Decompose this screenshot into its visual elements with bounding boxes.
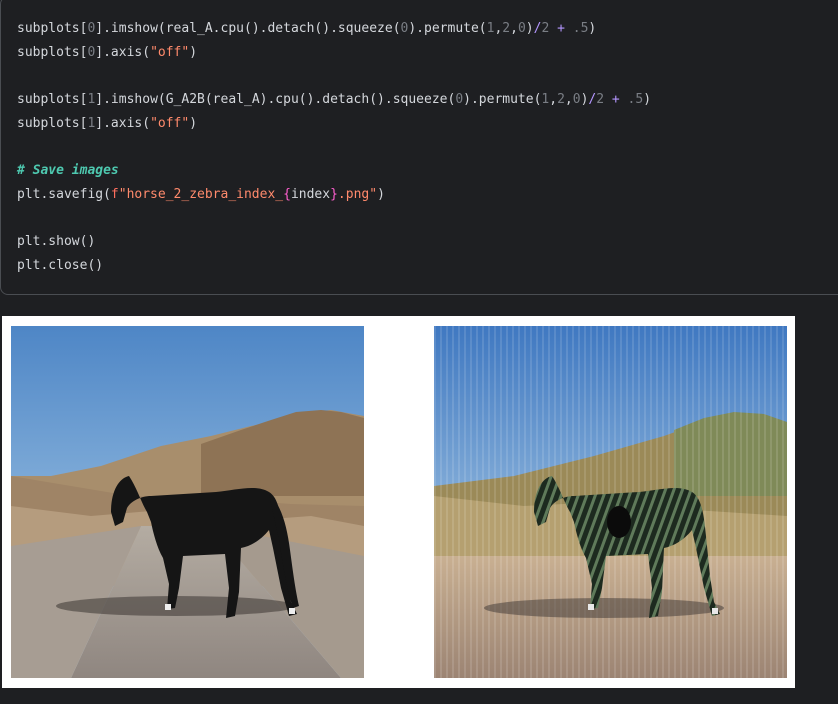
code-line[interactable]: subplots[1].imshow(G_A2B(real_A).cpu().d… [17, 88, 651, 112]
code-line[interactable]: subplots[0].imshow(real_A.cpu().detach()… [17, 17, 651, 41]
code-cell[interactable]: subplots[0].imshow(real_A.cpu().detach()… [0, 0, 838, 295]
output-figure [2, 316, 795, 688]
code-line[interactable]: plt.savefig(f"horse_2_zebra_index_{index… [17, 183, 651, 207]
real-horse-image [11, 326, 364, 678]
code-line[interactable]: # Save images [17, 159, 651, 183]
code-line[interactable]: subplots[0].axis("off") [17, 41, 651, 65]
code-line[interactable] [17, 136, 651, 159]
generated-zebra-image [434, 326, 787, 678]
code-line[interactable]: subplots[1].axis("off") [17, 112, 651, 136]
code-line[interactable] [17, 65, 651, 88]
code-line[interactable]: plt.show() [17, 230, 651, 254]
code-line[interactable]: plt.close() [17, 254, 651, 278]
code-editor[interactable]: subplots[0].imshow(real_A.cpu().detach()… [17, 17, 651, 278]
code-line[interactable] [17, 207, 651, 230]
